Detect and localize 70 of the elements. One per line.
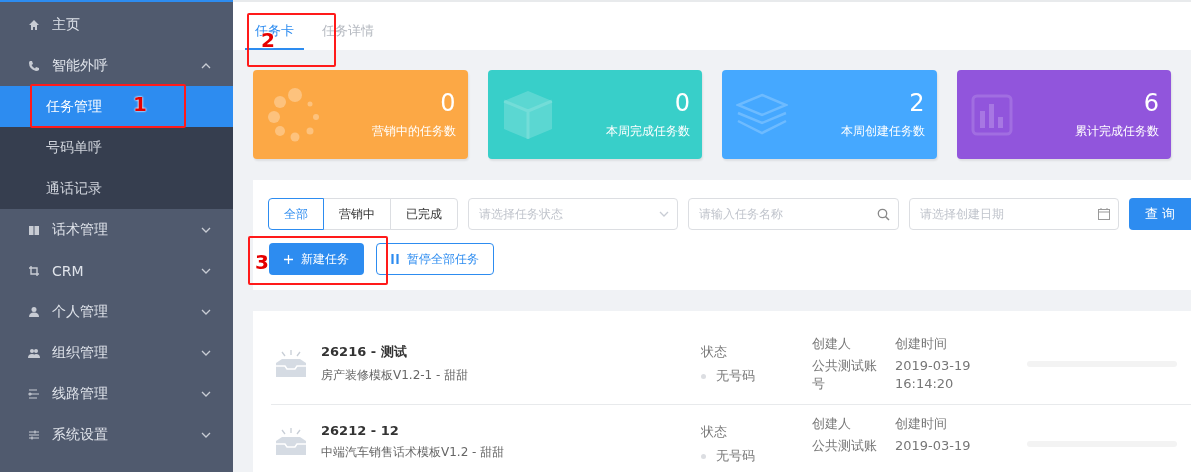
time-value: 2019-03-19: [895, 437, 972, 455]
creator-value: 公共测试账号: [812, 357, 878, 393]
status-dot: [701, 373, 706, 379]
stat-value: 0: [674, 89, 690, 117]
stat-value: 6: [1143, 89, 1159, 117]
plus-icon: [284, 254, 293, 264]
annotation-number: 1: [133, 92, 147, 116]
search-icon: [876, 207, 890, 221]
status-select[interactable]: 请选择任务状态: [468, 198, 679, 230]
task-subtitle: 中端汽车销售话术模板V1.2 - 甜甜: [321, 444, 505, 461]
book-icon: [28, 223, 40, 236]
submenu-item[interactable]: 号码单呼: [0, 127, 233, 168]
segment-button[interactable]: 营销中: [323, 198, 391, 230]
sidebar-item[interactable]: CRM: [0, 250, 233, 291]
segment-button[interactable]: 已完成: [390, 198, 458, 230]
status-value: 无号码: [716, 367, 755, 385]
stat-value: 0: [440, 89, 456, 117]
stat-label: 本周创建任务数: [840, 123, 925, 140]
sidebar-item[interactable]: 主页: [0, 4, 233, 45]
time-value: 2019-03-19 16:14:20: [895, 357, 972, 393]
stat-label: 累计完成任务数: [1075, 123, 1159, 140]
chevron-down-icon: [201, 267, 211, 274]
users-icon: [28, 346, 40, 359]
stat-label: 本周完成任务数: [606, 123, 690, 140]
date-picker-field[interactable]: 请选择创建日期: [908, 198, 1119, 230]
crop-icon: [28, 264, 40, 277]
sidebar-item[interactable]: 个人管理: [0, 291, 233, 332]
route-icon: [28, 387, 40, 400]
chevron-up-icon: [201, 62, 211, 69]
chevron-down-icon: [201, 390, 211, 397]
home-icon: [28, 18, 40, 31]
status-value: 无号码: [716, 447, 755, 465]
sidebar-item[interactable]: 线路管理: [0, 373, 233, 414]
layers-icon: [736, 92, 788, 137]
submenu-item[interactable]: 通话记录: [0, 168, 233, 209]
pause-icon: [391, 254, 399, 264]
name-search-field[interactable]: 请输入任务名称: [688, 198, 899, 230]
new-task-button[interactable]: 新建任务: [269, 243, 364, 275]
chevron-down-icon: [201, 431, 211, 438]
status-dot: [701, 453, 706, 459]
pause-all-button[interactable]: 暂停全部任务: [376, 243, 494, 275]
task-title: 26216 - 测试: [321, 343, 408, 361]
creator-label: 创建人: [812, 415, 852, 433]
phone-icon: [28, 59, 40, 72]
sidebar-item[interactable]: 系统设置: [0, 414, 233, 455]
sidebar-item[interactable]: 组织管理: [0, 332, 233, 373]
creator-value: 公共测试账: [812, 437, 878, 455]
segment-button[interactable]: 全部: [268, 198, 324, 230]
chevron-down-icon: [659, 211, 670, 217]
chevron-down-icon: [201, 308, 211, 315]
stat-value: 2: [909, 89, 925, 117]
chevron-down-icon: [201, 349, 211, 356]
sidebar-item[interactable]: 话术管理: [0, 209, 233, 250]
stat-label: 营销中的任务数: [371, 123, 456, 140]
bar-chart-icon: [970, 93, 1013, 136]
cube-icon: [501, 88, 554, 141]
creator-label: 创建人: [812, 335, 852, 353]
query-button[interactable]: 查 询: [1128, 198, 1191, 230]
time-label: 创建时间: [895, 415, 948, 433]
task-title: 26212 - 12: [321, 423, 400, 438]
sidebar-item[interactable]: 智能外呼: [0, 45, 233, 86]
annotation-number: 3: [255, 250, 269, 274]
user-icon: [28, 305, 40, 318]
status-label: 状态: [701, 423, 728, 441]
calendar-icon: [1097, 208, 1110, 220]
time-label: 创建时间: [895, 335, 948, 353]
chevron-down-icon: [201, 226, 211, 233]
status-label: 状态: [701, 343, 728, 361]
sliders-icon: [28, 428, 40, 441]
task-subtitle: 房产装修模板V1.2-1 - 甜甜: [321, 367, 469, 384]
